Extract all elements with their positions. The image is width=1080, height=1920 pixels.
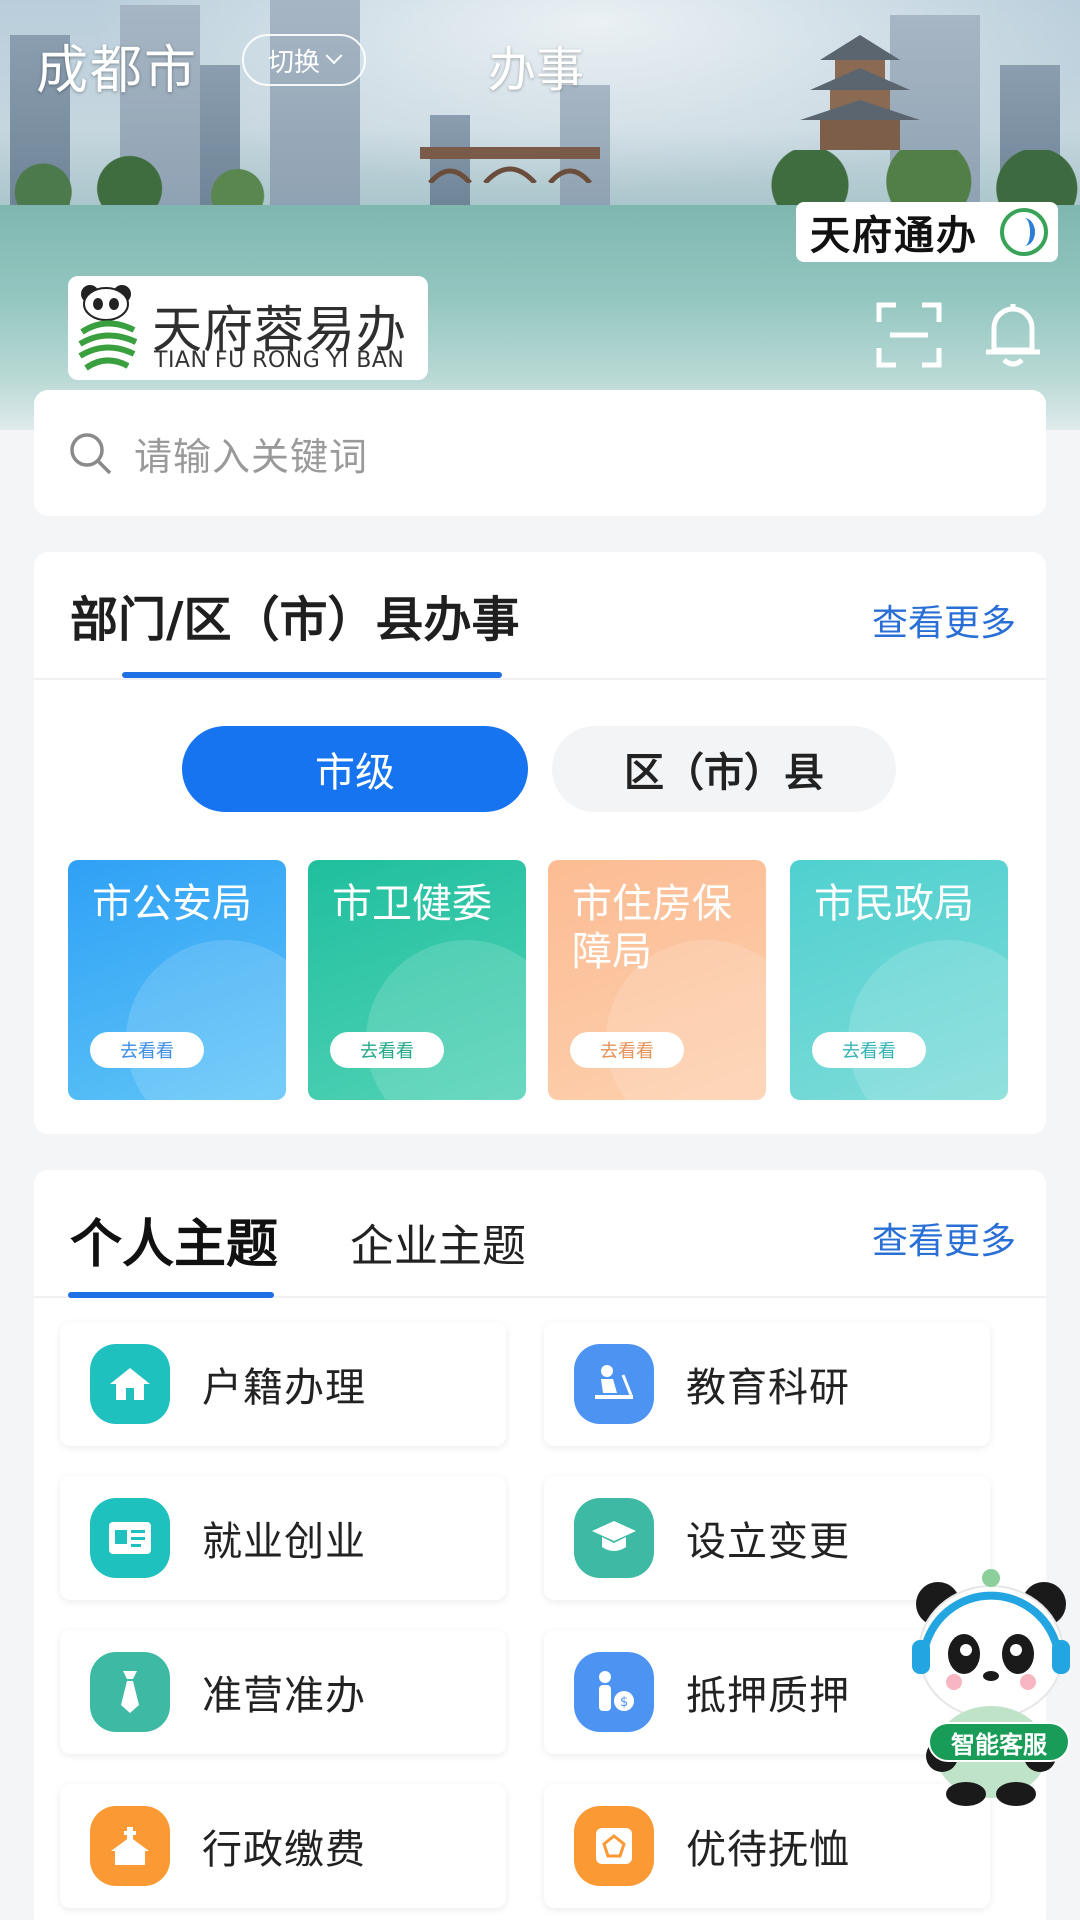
city-switch-button[interactable]: 切换 [242, 34, 366, 86]
service-label: 准营准办 [202, 1673, 366, 1719]
service-label: 户籍办理 [202, 1365, 366, 1411]
tile-decoration [366, 940, 526, 1100]
tile-name: 市卫健委 [332, 881, 492, 927]
bell-icon[interactable] [982, 300, 1044, 370]
service-label: 设立变更 [686, 1519, 850, 1565]
app-logo: 天府蓉易办 TIAN FU RONG YI BAN [68, 276, 428, 380]
service-item-employment[interactable]: 就业创业 [60, 1476, 506, 1600]
customer-service-mascot[interactable] [902, 1556, 1080, 1806]
service-label: 优待抚恤 [686, 1827, 850, 1873]
service-item-business-permit[interactable]: 准营准办 [60, 1630, 506, 1754]
id-card-icon [90, 1498, 170, 1578]
tie-icon [90, 1652, 170, 1732]
person-money-icon: $ [574, 1652, 654, 1732]
department-tile-housing[interactable]: 市住房保障局 去看看 [548, 860, 766, 1100]
tile-go-button[interactable]: 去看看 [570, 1032, 684, 1068]
section-title-underline [122, 672, 502, 678]
scan-icon[interactable] [876, 302, 942, 368]
service-item-admin-fees[interactable]: 行政缴费 [60, 1784, 506, 1908]
page-title: 办事 [488, 42, 585, 98]
segment-city-level[interactable]: 市级 [182, 726, 528, 812]
svg-text:$: $ [620, 1695, 628, 1710]
tile-go-button[interactable]: 去看看 [812, 1032, 926, 1068]
view-more-departments-link[interactable]: 查看更多 [872, 594, 1016, 646]
panda-logo-icon [78, 285, 138, 371]
bridge-illustration [420, 147, 600, 183]
active-tab-indicator [68, 1292, 274, 1298]
theme-card: 个人主题 企业主题 查看更多 户籍办理 教育科研 就业创业 设立变更 准营准办 [34, 1170, 1046, 1920]
pagoda-illustration [800, 35, 920, 150]
service-label: 教育科研 [686, 1365, 850, 1411]
chevron-down-icon [325, 47, 343, 65]
department-card: 部门/区（市）县办事 查看更多 市级 区（市）县 市公安局 去看看 市卫健委 去… [34, 552, 1046, 1134]
tile-name: 市住房保障局 [572, 881, 732, 975]
header-banner: 成都市 切换 办事 天府通办 天府蓉易办 TIAN FU RONG YI BAN [0, 0, 1080, 430]
department-card-header: 部门/区（市）县办事 查看更多 [34, 552, 1046, 680]
search-icon [70, 433, 112, 475]
service-label: 就业创业 [202, 1519, 366, 1565]
house-icon [90, 1344, 170, 1424]
tile-go-button[interactable]: 去看看 [330, 1032, 444, 1068]
department-section-title: 部门/区（市）县办事 [70, 592, 520, 648]
tile-decoration [126, 940, 286, 1100]
switch-label: 切换 [267, 47, 320, 78]
city-name: 成都市 [36, 41, 199, 101]
service-label: 行政缴费 [202, 1827, 366, 1873]
tab-enterprise-theme[interactable]: 企业主题 [350, 1210, 526, 1274]
tianfu-tongban-badge: 天府通办 [796, 202, 1058, 262]
tile-go-button[interactable]: 去看看 [90, 1032, 204, 1068]
department-tile-health[interactable]: 市卫健委 去看看 [308, 860, 526, 1100]
theme-card-header: 个人主题 企业主题 查看更多 [34, 1170, 1046, 1298]
tile-name: 市民政局 [814, 881, 974, 927]
logo-english-text: TIAN FU RONG YI BAN [154, 348, 405, 373]
department-tile-civil-affairs[interactable]: 市民政局 去看看 [790, 860, 1008, 1100]
smart-service-label[interactable]: 智能客服 [928, 1722, 1070, 1762]
badge-text: 天府通办 [810, 212, 978, 259]
graduation-cap-icon [574, 1498, 654, 1578]
tianfu-logo-icon [1000, 208, 1048, 256]
service-label: 抵押质押 [686, 1673, 850, 1719]
study-desk-icon [574, 1344, 654, 1424]
search-input[interactable]: 请输入关键词 [134, 426, 368, 481]
building-icon [90, 1806, 170, 1886]
service-item-household-registration[interactable]: 户籍办理 [60, 1322, 506, 1446]
search-bar[interactable]: 请输入关键词 [34, 390, 1046, 516]
view-more-themes-link[interactable]: 查看更多 [872, 1212, 1016, 1264]
tile-decoration [848, 940, 1008, 1100]
department-tile-police[interactable]: 市公安局 去看看 [68, 860, 286, 1100]
badge-icon [574, 1806, 654, 1886]
service-item-education[interactable]: 教育科研 [544, 1322, 990, 1446]
tile-name: 市公安局 [92, 881, 252, 927]
tab-personal-theme[interactable]: 个人主题 [70, 1202, 278, 1277]
segment-district-level[interactable]: 区（市）县 [552, 726, 896, 812]
